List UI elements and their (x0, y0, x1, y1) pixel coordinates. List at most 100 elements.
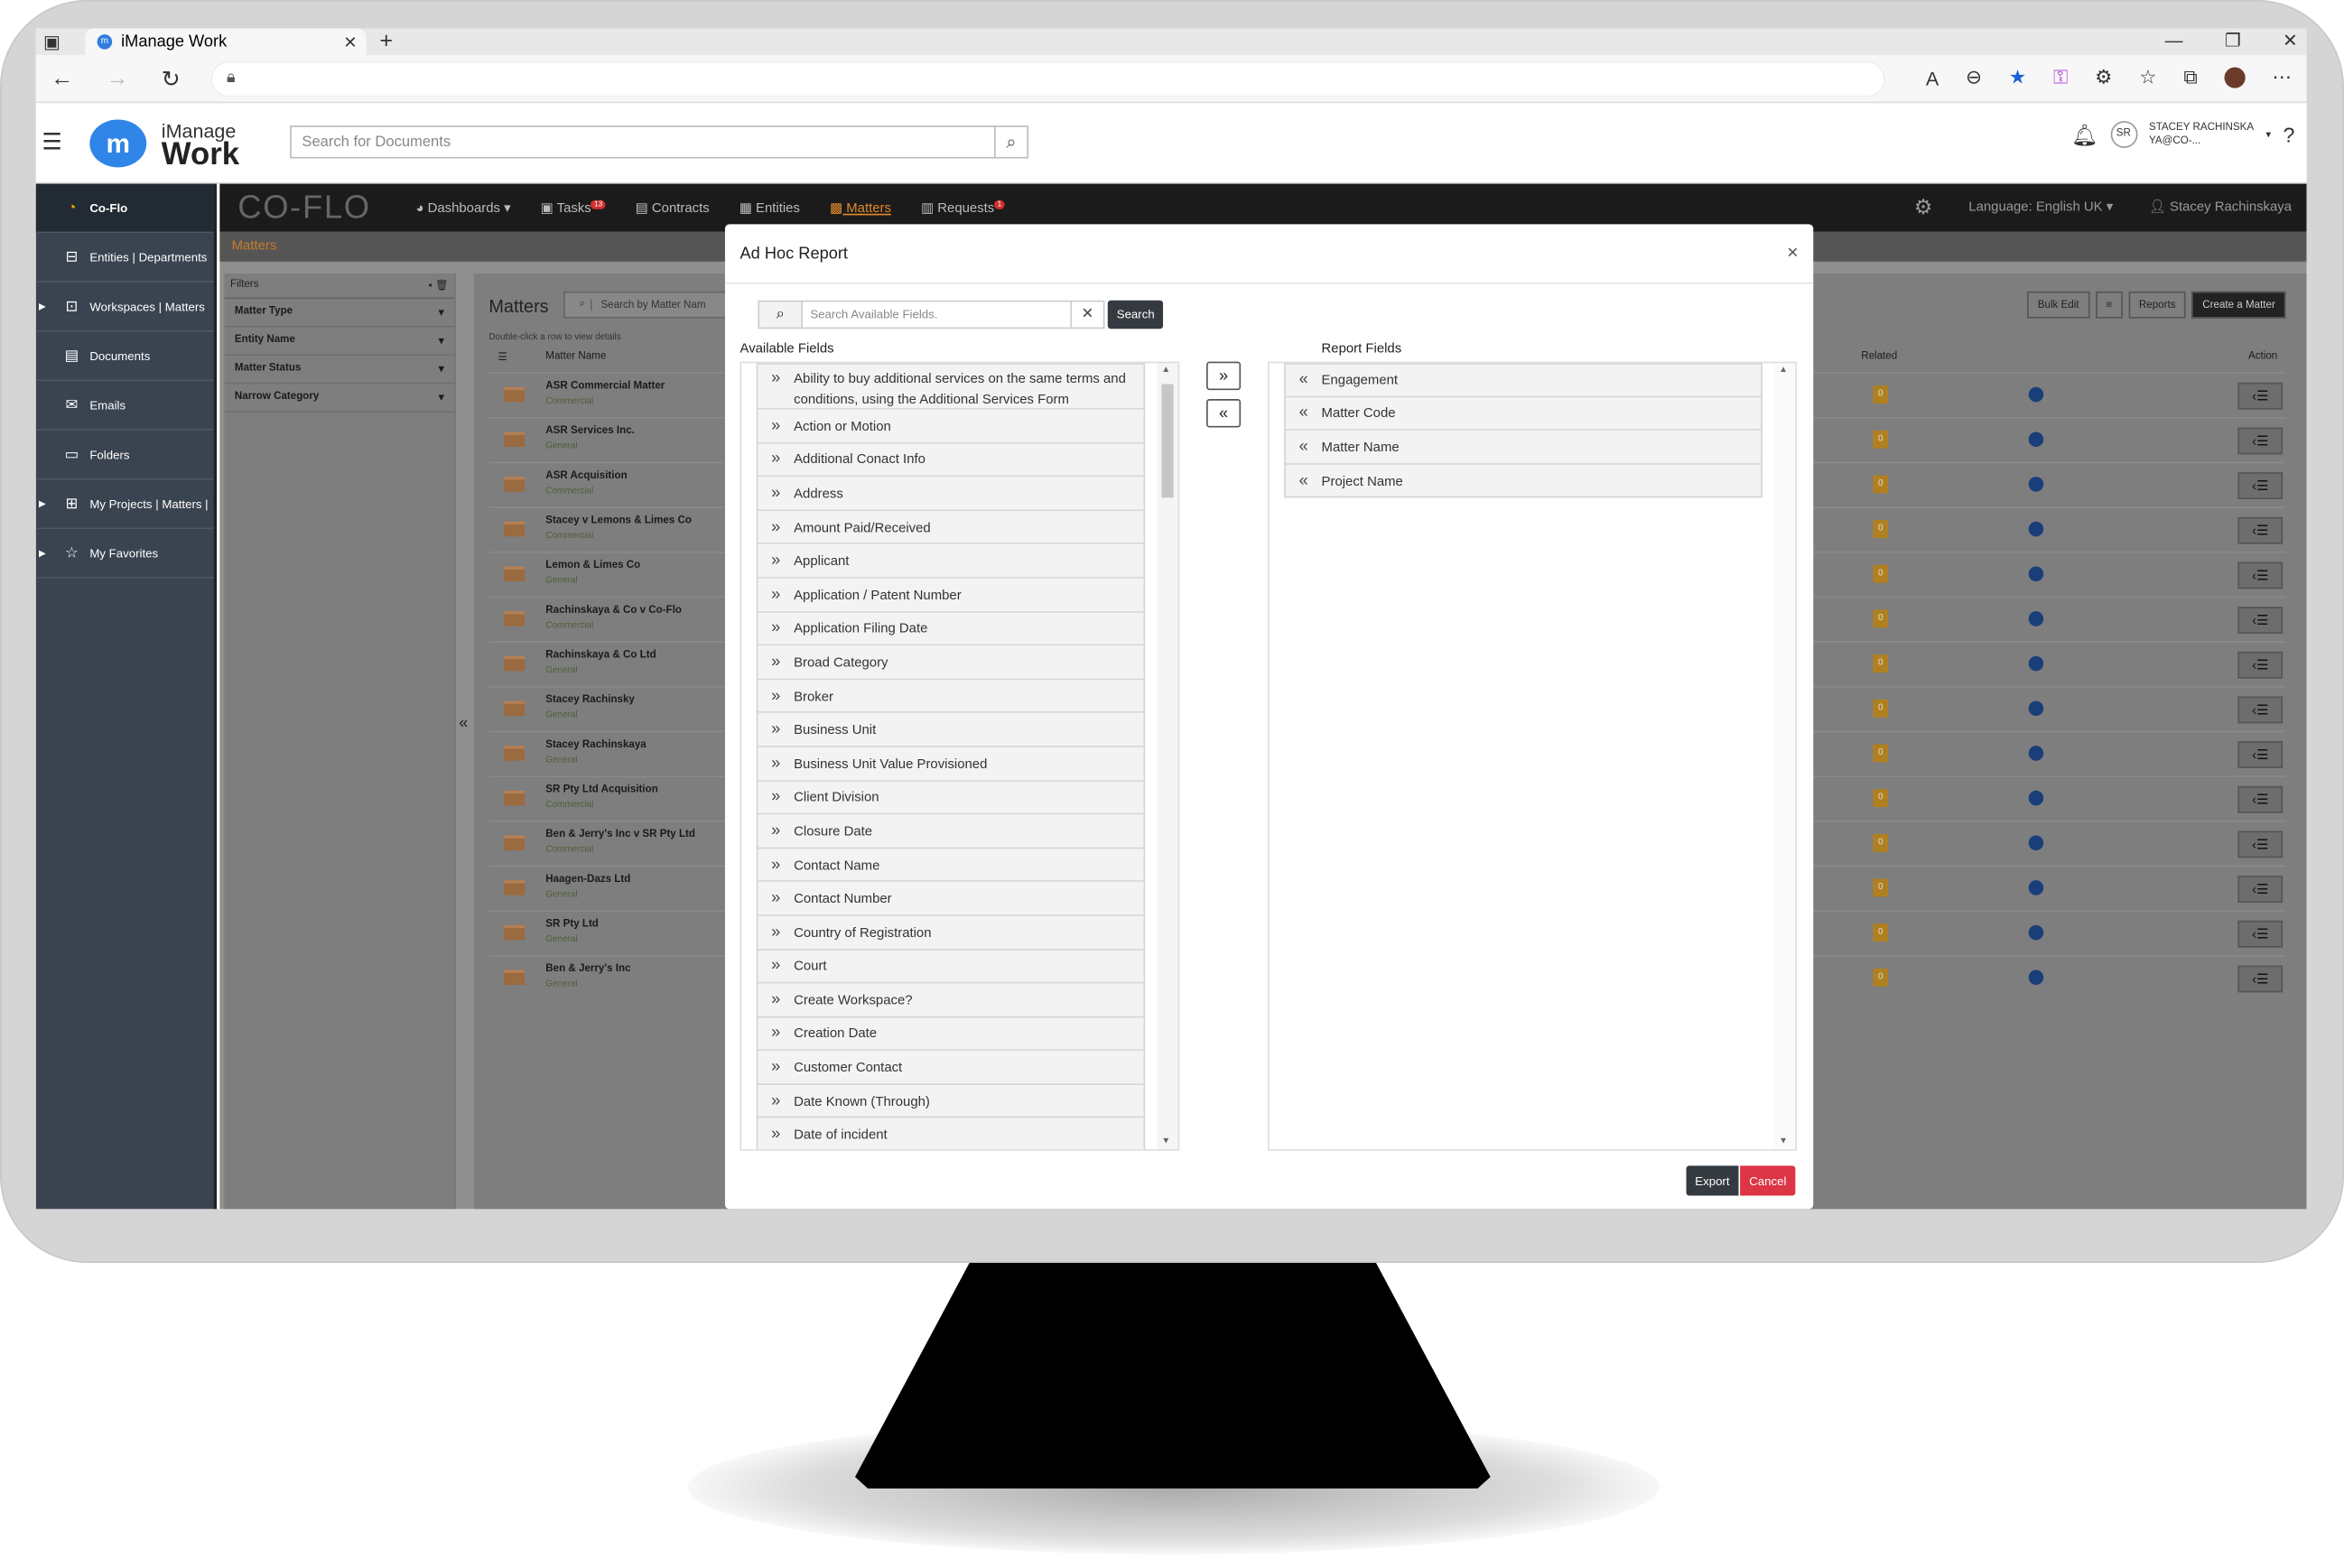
row-action-menu-icon[interactable]: ‹☰ (2237, 651, 2284, 679)
available-field-item[interactable]: » Contact Name (756, 848, 1146, 883)
chevron-left-icon[interactable]: « (1286, 471, 1322, 489)
row-action-menu-icon[interactable]: ‹☰ (2237, 607, 2284, 634)
available-fields-list[interactable]: » Ability to buy additional services on t… (739, 361, 1180, 1151)
filter-actions-icon[interactable]: ▪ 🗑︎ (429, 280, 449, 292)
chevron-left-icon[interactable]: « (1286, 404, 1322, 422)
row-action-menu-icon[interactable]: ‹☰ (2237, 876, 2284, 903)
search-icon[interactable]: ⌕ (993, 126, 1027, 157)
sidebar-item-emails[interactable]: ✉ Emails (35, 381, 214, 431)
related-count-badge[interactable]: 0 (1873, 968, 1889, 987)
related-count-badge[interactable]: 0 (1873, 564, 1889, 583)
chevron-left-icon[interactable]: « (1286, 438, 1322, 456)
related-count-badge[interactable]: 0 (1873, 789, 1889, 808)
report-fields-list[interactable]: «Engagement «Matter Code «Matter Name «Proj… (1267, 361, 1798, 1151)
scroll-down-icon[interactable]: ▼ (1161, 1137, 1170, 1146)
reload-icon[interactable]: ↻ (162, 65, 181, 92)
imanage-link-icon[interactable] (2028, 700, 2044, 717)
available-field-item[interactable]: » Customer Contact (756, 1051, 1146, 1085)
related-count-badge[interactable]: 0 (1873, 923, 1889, 942)
more-icon[interactable]: ⋯ (2273, 66, 2293, 89)
related-count-badge[interactable]: 0 (1873, 654, 1889, 673)
related-count-badge[interactable]: 0 (1873, 609, 1889, 628)
restore-icon[interactable]: ❐ (2225, 30, 2241, 51)
tab-close-icon[interactable]: ✕ (343, 32, 357, 51)
menu-contracts[interactable]: ▤ Contracts (636, 199, 710, 216)
row-action-menu-icon[interactable]: ‹☰ (2237, 696, 2284, 724)
chevron-right-icon[interactable]: » (758, 889, 794, 907)
available-field-item[interactable]: » Date Known (Through) (756, 1084, 1146, 1119)
column-related[interactable]: Related (1861, 351, 1897, 362)
expand-caret-icon[interactable]: ▶ (39, 498, 46, 509)
move-right-button[interactable]: » (1206, 361, 1242, 391)
row-action-menu-icon[interactable]: ‹☰ (2237, 472, 2284, 499)
chevron-right-icon[interactable]: » (758, 619, 794, 637)
menu-requests[interactable]: ▥ Requests 1 (921, 199, 1005, 216)
favorites-icon[interactable]: ☆ (2139, 66, 2156, 89)
available-field-item[interactable]: » Additional Conact Info (756, 443, 1146, 478)
tab-actions-icon[interactable]: ▣ (43, 32, 60, 52)
expand-caret-icon[interactable]: ▶ (39, 548, 46, 558)
gear-icon[interactable]: ⚙ (1914, 194, 1933, 219)
settings-button[interactable]: ≡ (2095, 291, 2123, 319)
extensions-icon[interactable]: ⚙ (2095, 66, 2112, 89)
available-field-item[interactable]: » Date of incident (756, 1118, 1146, 1150)
available-field-item[interactable]: » Business Unit (756, 713, 1146, 747)
forward-icon[interactable]: → (107, 65, 129, 92)
scroll-thumb[interactable] (1161, 384, 1174, 498)
chevron-right-icon[interactable]: » (758, 586, 794, 604)
available-field-item[interactable]: » Closure Date (756, 814, 1146, 849)
available-field-item[interactable]: » Business Unit Value Provisioned (756, 747, 1146, 782)
report-field-item[interactable]: «Matter Name (1284, 431, 1763, 465)
related-count-badge[interactable]: 0 (1873, 520, 1889, 539)
imanage-link-icon[interactable] (2028, 924, 2044, 941)
column-action[interactable]: Action (2248, 351, 2277, 362)
imanage-link-icon[interactable] (2028, 835, 2044, 851)
available-field-item[interactable]: » Applicant (756, 544, 1146, 579)
row-action-menu-icon[interactable]: ‹☰ (2237, 830, 2284, 858)
related-count-badge[interactable]: 0 (1873, 699, 1889, 718)
available-field-item[interactable]: » Application / Patent Number (756, 578, 1146, 613)
chevron-right-icon[interactable]: » (758, 484, 794, 502)
sidebar-item-documents[interactable]: ▤ Documents (35, 332, 214, 382)
coflo-user[interactable]: 👤︎ Stacey Rachinskaya (2149, 199, 2292, 219)
sidebar-item-workspaces[interactable]: ▶ ⊡ Workspaces | Matters (35, 283, 214, 332)
related-count-badge[interactable]: 0 (1873, 430, 1889, 449)
imanage-link-icon[interactable] (2028, 611, 2044, 626)
row-action-menu-icon[interactable]: ‹☰ (2237, 516, 2284, 544)
row-action-menu-icon[interactable]: ‹☰ (2237, 741, 2284, 768)
chevron-right-icon[interactable]: » (758, 788, 794, 806)
collapse-filters-icon[interactable]: « (459, 714, 468, 732)
sidebar-item-entities[interactable]: ⊟ Entities | Departments (35, 233, 214, 283)
close-icon[interactable]: × (1787, 241, 1799, 264)
sidebar-item-folders[interactable]: ▭ Folders (35, 431, 214, 480)
available-field-item[interactable]: » Ability to buy additional services on t… (756, 363, 1146, 410)
bulk-edit-button[interactable]: Bulk Edit (2027, 291, 2090, 319)
imanage-link-icon[interactable] (2028, 386, 2044, 403)
row-action-menu-icon[interactable]: ‹☰ (2237, 920, 2284, 948)
profile-avatar-icon[interactable] (2224, 67, 2246, 88)
imanage-link-icon[interactable] (2028, 970, 2044, 986)
available-field-item[interactable]: » Address (756, 477, 1146, 511)
favorite-star-icon[interactable]: ★ (2009, 66, 2026, 89)
url-field[interactable]: 🔒︎ (209, 60, 1885, 97)
available-field-item[interactable]: » Broker (756, 679, 1146, 714)
scroll-up-icon[interactable]: ▲ (1161, 366, 1170, 376)
chevron-right-icon[interactable]: » (758, 1092, 794, 1110)
report-field-item[interactable]: «Project Name (1284, 464, 1763, 498)
filter-entity-name[interactable]: Entity Name ▾ (224, 328, 455, 357)
scrollbar[interactable]: ▲ ▼ (1157, 363, 1178, 1150)
related-count-badge[interactable]: 0 (1873, 833, 1889, 852)
available-field-item[interactable]: » Contact Number (756, 882, 1146, 916)
available-field-item[interactable]: » Create Workspace? (756, 983, 1146, 1017)
chevron-right-icon[interactable]: » (758, 990, 794, 1008)
column-menu-icon[interactable]: ☰ (498, 351, 507, 364)
help-icon[interactable]: ? (2283, 123, 2294, 146)
row-action-menu-icon[interactable]: ‹☰ (2237, 785, 2284, 813)
password-key-icon[interactable]: ⚿ (2053, 66, 2068, 89)
filter-narrow-category[interactable]: Narrow Category ▾ (224, 384, 455, 413)
menu-entities[interactable]: ▦ Entities (739, 199, 800, 216)
expand-caret-icon[interactable]: ▶ (39, 302, 46, 311)
row-action-menu-icon[interactable]: ‹☰ (2237, 965, 2284, 993)
zoom-icon[interactable]: ⊖ (1966, 66, 1982, 89)
sidebar-item-coflo[interactable]: ◔ Co-Flo (35, 183, 214, 234)
